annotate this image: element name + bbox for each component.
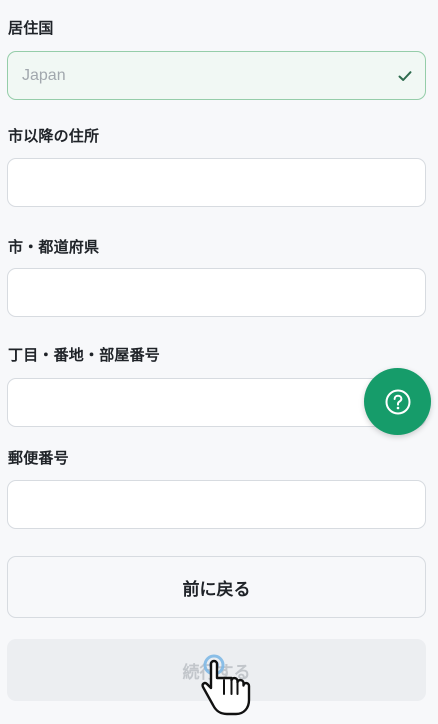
continue-button[interactable]: 続行する [7, 639, 426, 701]
address-after-city-input[interactable] [8, 159, 425, 206]
street-label: 丁目・番地・部屋番号 [8, 346, 161, 364]
country-field[interactable] [7, 51, 426, 100]
country-label: 居住国 [8, 19, 54, 37]
street-input[interactable] [8, 379, 425, 426]
help-button[interactable] [364, 368, 431, 435]
postal-code-field[interactable] [7, 480, 426, 529]
prefecture-input[interactable] [8, 269, 425, 316]
prefecture-field[interactable] [7, 268, 426, 317]
address-after-city-label: 市以降の住所 [8, 127, 100, 145]
back-button-label: 前に戻る [182, 579, 251, 600]
help-circle-icon [385, 389, 410, 414]
back-button[interactable]: 前に戻る [7, 556, 426, 618]
continue-button-label: 続行する [182, 662, 251, 683]
country-input[interactable] [8, 52, 425, 99]
check-icon [398, 71, 412, 81]
prefecture-label: 市・都道府県 [8, 238, 100, 256]
postal-code-input[interactable] [8, 481, 425, 528]
postal-code-label: 郵便番号 [8, 449, 69, 467]
address-after-city-field[interactable] [7, 158, 426, 207]
